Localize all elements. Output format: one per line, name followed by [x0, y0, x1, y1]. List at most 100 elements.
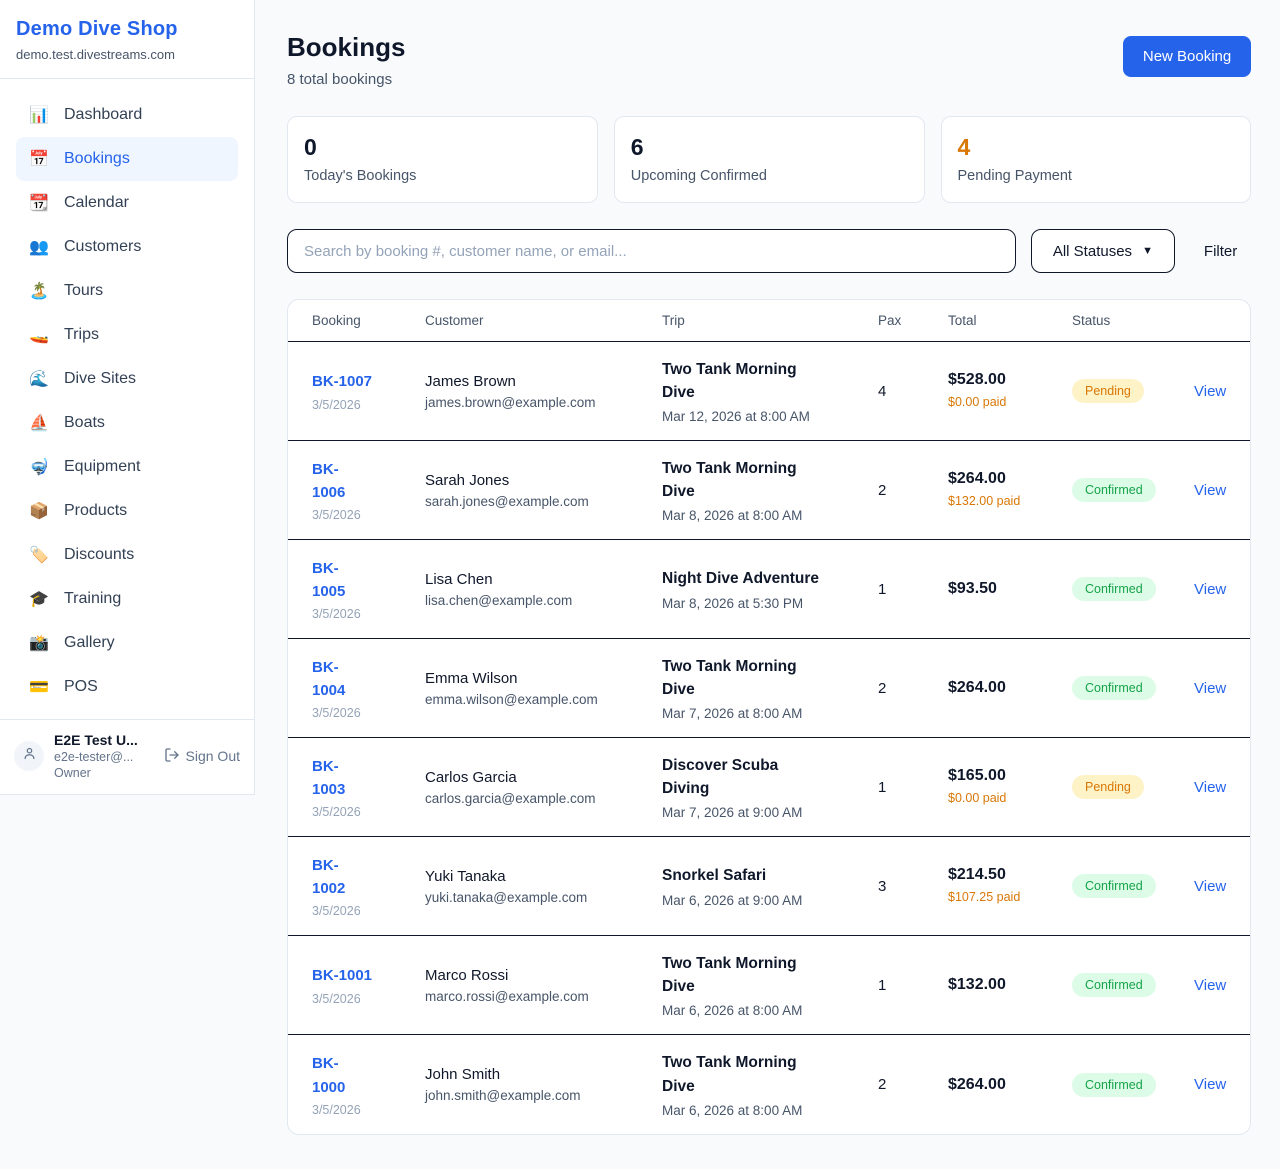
stat-card: 6Upcoming Confirmed [614, 116, 925, 203]
sidebar-item-label: Bookings [64, 150, 130, 168]
trip-cell: Two Tank Morning DiveMar 8, 2026 at 8:00… [662, 457, 862, 524]
booking-id-link[interactable]: BK-1000 [312, 1052, 358, 1099]
customer-name: Yuki Tanaka [425, 868, 646, 885]
customer-name: Emma Wilson [425, 670, 646, 687]
booking-id-link[interactable]: BK-1002 [312, 854, 358, 901]
trip-cell: Two Tank Morning DiveMar 6, 2026 at 8:00… [662, 1051, 862, 1118]
customer-name: Sarah Jones [425, 472, 646, 489]
status-cell: Confirmed [1072, 874, 1178, 898]
booking-id-link[interactable]: BK-1001 [312, 964, 409, 987]
sidebar-item-label: Trips [64, 326, 99, 344]
sidebar-item-training[interactable]: 🎓 Training [16, 577, 238, 621]
avatar [14, 741, 44, 771]
view-link[interactable]: View [1194, 482, 1226, 499]
sidebar-item-label: Tours [64, 282, 103, 300]
trip-name: Two Tank Morning Dive [662, 358, 828, 405]
booking-cell: BK-10043/5/2026 [312, 656, 409, 721]
status-badge: Confirmed [1072, 577, 1156, 601]
sign-out-button[interactable]: Sign Out [164, 747, 240, 766]
booking-cell: BK-10013/5/2026 [312, 964, 409, 1005]
status-filter-select[interactable]: All Statuses ▼ [1031, 229, 1175, 273]
customer-email: marco.rossi@example.com [425, 989, 646, 1004]
sidebar: Demo Dive Shop demo.test.divestreams.com… [0, 0, 255, 795]
sidebar-item-calendar[interactable]: 📆Calendar [16, 181, 238, 225]
trip-datetime: Mar 12, 2026 at 8:00 AM [662, 409, 862, 424]
calendar-date-icon: 📅 [28, 149, 50, 169]
customer-cell: Lisa Chenlisa.chen@example.com [425, 571, 646, 608]
bookings-table: BookingCustomerTripPaxTotalStatus BK-100… [287, 299, 1251, 1135]
sidebar-item-label: Products [64, 502, 127, 520]
camera-icon: 📸 [28, 633, 50, 653]
trip-cell: Two Tank Morning Dive Mar 12, 2026 at 8:0… [662, 358, 862, 425]
view-link[interactable]: View [1194, 878, 1226, 895]
booking-id-link[interactable]: BK-1006 [312, 458, 358, 505]
pax-value: 4 [878, 383, 932, 400]
status-badge: Confirmed [1072, 676, 1156, 700]
sidebar-item-discounts[interactable]: 🏷️Discounts [16, 533, 238, 577]
booking-id-link[interactable]: BK-1005 [312, 557, 358, 604]
sidebar-item-customers[interactable]: 👥Customers [16, 225, 238, 269]
sidebar-item-trips[interactable]: 🚤Trips [16, 313, 238, 357]
sidebar-nav: 📊Dashboard 📅 Bookings 📆Calendar👥Customers🏝️… [0, 79, 254, 719]
status-badge: Pending [1072, 775, 1144, 799]
trip-datetime: Mar 6, 2026 at 8:00 AM [662, 1003, 862, 1018]
credit-card-icon: 💳 [28, 677, 50, 697]
view-link[interactable]: View [1194, 383, 1226, 400]
sidebar-item-dive-sites[interactable]: 🌊Dive Sites [16, 357, 238, 401]
sidebar-item-equipment[interactable]: 🤿Equipment [16, 445, 238, 489]
sidebar-item-label: Calendar [64, 194, 129, 212]
diving-mask-icon: 🤿 [28, 457, 50, 477]
view-link[interactable]: View [1194, 1076, 1226, 1093]
column-header: Status [1072, 313, 1178, 328]
paid-amount: $0.00 paid [948, 789, 1026, 807]
total-cell: $132.00 [948, 976, 1056, 994]
sidebar-item-products[interactable]: 📦Products [16, 489, 238, 533]
customer-cell: James Brownjames.brown@example.com [425, 373, 646, 410]
trip-name: Two Tank Morning Dive [662, 655, 828, 702]
total-amount: $264.00 [948, 1076, 1056, 1094]
trip-datetime: Mar 8, 2026 at 8:00 AM [662, 508, 862, 523]
pax-value: 3 [878, 878, 932, 895]
booking-id-link[interactable]: BK-1007 [312, 370, 409, 393]
sidebar-item-label: Boats [64, 414, 105, 432]
view-link[interactable]: View [1194, 680, 1226, 697]
stat-label: Upcoming Confirmed [631, 168, 908, 184]
customer-email: lisa.chen@example.com [425, 593, 646, 608]
page-header: Bookings 8 total bookings New Booking [287, 32, 1251, 88]
paid-amount: $107.25 paid [948, 888, 1026, 906]
booking-id-link[interactable]: BK-1003 [312, 755, 358, 802]
customer-email: emma.wilson@example.com [425, 692, 646, 707]
view-link[interactable]: View [1194, 977, 1226, 994]
page-title: Bookings [287, 32, 405, 63]
pax-value: 2 [878, 1076, 932, 1093]
sidebar-item-tours[interactable]: 🏝️Tours [16, 269, 238, 313]
graduation-cap-icon: 🎓 [28, 589, 50, 609]
sidebar-item-dashboard[interactable]: 📊Dashboard [16, 93, 238, 137]
person-icon [22, 746, 37, 766]
status-cell: Confirmed [1072, 973, 1178, 997]
sidebar-item-boats[interactable]: ⛵Boats [16, 401, 238, 445]
view-link[interactable]: View [1194, 779, 1226, 796]
status-badge: Confirmed [1072, 478, 1156, 502]
stat-value: 4 [958, 134, 1235, 161]
sidebar-item-label: Training [64, 590, 121, 608]
stat-card: 4 Pending Payment [941, 116, 1252, 203]
stat-label: Pending Payment [958, 168, 1235, 184]
sidebar-item-pos[interactable]: 💳POS [16, 665, 238, 709]
view-link[interactable]: View [1194, 581, 1226, 598]
sidebar-item-gallery[interactable]: 📸Gallery [16, 621, 238, 665]
column-header: Booking [312, 313, 409, 328]
new-booking-button[interactable]: New Booking [1123, 36, 1251, 77]
status-cell: Confirmed [1072, 478, 1178, 502]
booking-date: 3/5/2026 [312, 904, 409, 918]
booking-cell: BK-10053/5/2026 [312, 557, 409, 622]
filter-button[interactable]: Filter [1190, 243, 1251, 260]
booking-id-link[interactable]: BK-1004 [312, 656, 358, 703]
search-input[interactable] [287, 229, 1016, 273]
column-header: Pax [878, 313, 932, 328]
status-cell: Confirmed [1072, 577, 1178, 601]
trip-name: Night Dive Adventure [662, 567, 828, 590]
app-root: Demo Dive Shop demo.test.divestreams.com… [0, 0, 1280, 1169]
customer-email: john.smith@example.com [425, 1088, 646, 1103]
sidebar-item-bookings[interactable]: 📅 Bookings [16, 137, 238, 181]
